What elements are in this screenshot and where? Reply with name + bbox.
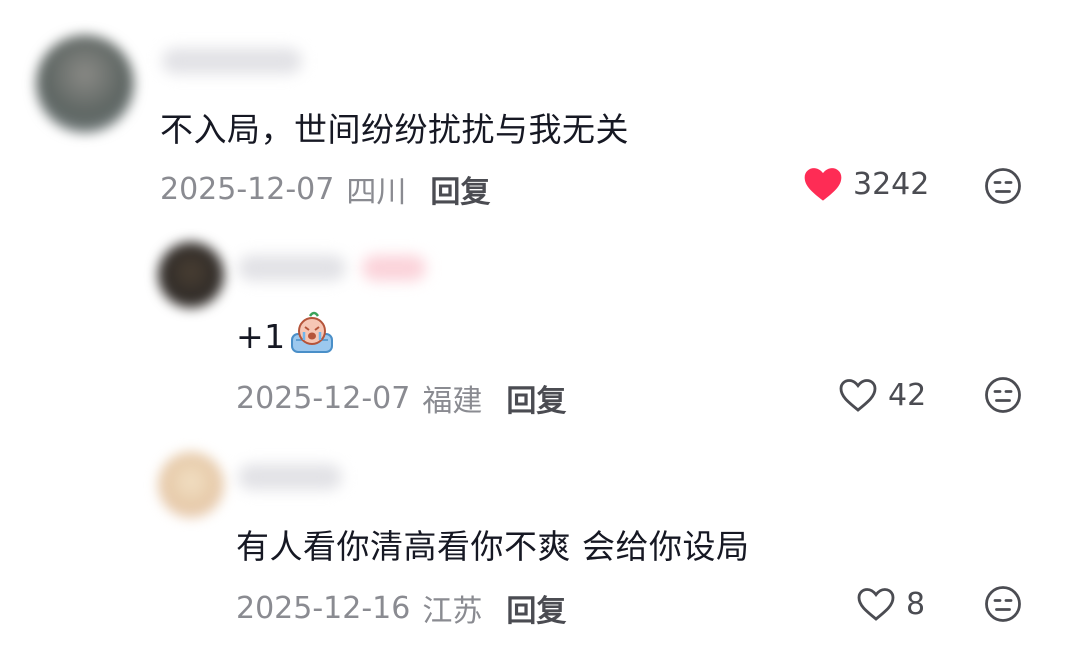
comment-date: 2025-12-07 [236, 380, 411, 416]
avatar[interactable] [158, 242, 224, 308]
comment-date: 2025-12-07 [160, 171, 335, 207]
comment-date: 2025-12-16 [236, 590, 411, 626]
like-button[interactable]: 42 [838, 376, 926, 414]
crying-emoji-icon [288, 310, 338, 362]
heart-outline-icon [838, 376, 878, 414]
comment-text: 不入局，世间纷纷扰扰与我无关 [160, 110, 629, 149]
reply-button[interactable]: 回复 [430, 167, 490, 211]
comment-location: 江苏 [422, 594, 483, 629]
like-count: 3242 [853, 166, 930, 202]
comment-text: +1 [236, 310, 338, 362]
like-count: 42 [888, 377, 927, 413]
meh-face-icon[interactable] [984, 376, 1022, 414]
like-button[interactable]: 8 [856, 585, 925, 623]
comment-meta: 2025-12-16 江苏 回复 [236, 586, 566, 630]
comment-text: 有人看你清高看你不爽 会给你设局 [236, 527, 750, 566]
author-tag-blurred [362, 255, 426, 281]
comment-text-value: +1 [236, 316, 286, 356]
like-button[interactable]: 3242 [803, 165, 929, 203]
comment-meta: 2025-12-07 四川 回复 [160, 167, 490, 211]
reply-button[interactable]: 回复 [506, 376, 566, 420]
comment-location: 福建 [422, 384, 483, 419]
heart-outline-icon [856, 585, 896, 623]
comment-location: 四川 [346, 175, 407, 210]
reply-button[interactable]: 回复 [506, 586, 566, 630]
comment-meta: 2025-12-07 福建 回复 [236, 376, 566, 420]
meh-face-icon[interactable] [984, 167, 1022, 205]
like-count: 8 [906, 586, 926, 622]
username-blurred[interactable] [238, 255, 346, 281]
meh-face-icon[interactable] [984, 585, 1022, 623]
username-blurred[interactable] [238, 464, 342, 490]
heart-filled-icon [803, 165, 843, 203]
avatar[interactable] [158, 452, 224, 518]
avatar[interactable] [36, 35, 134, 133]
username-blurred[interactable] [162, 48, 302, 74]
